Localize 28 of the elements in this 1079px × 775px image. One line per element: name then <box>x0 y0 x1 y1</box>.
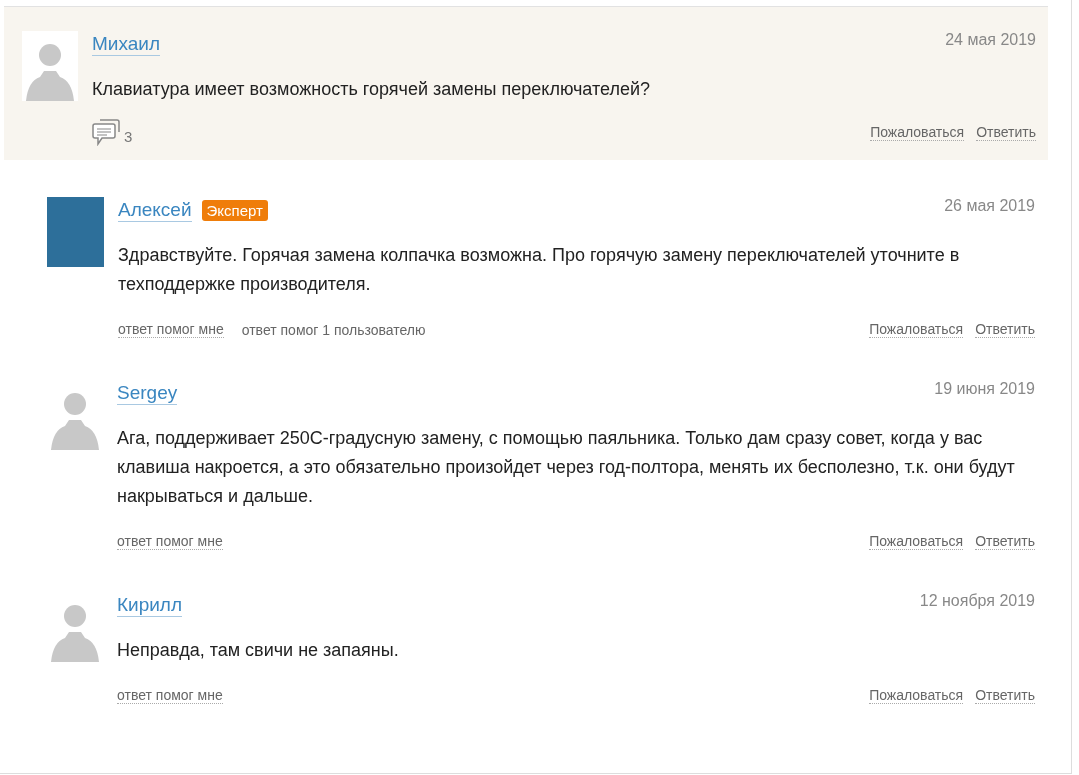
author-link[interactable]: Кирилл <box>117 593 183 617</box>
author-link[interactable]: Sergey <box>117 381 178 405</box>
post-date: 19 июня 2019 <box>934 380 1035 398</box>
action-link[interactable]: Пожаловаться <box>869 687 964 704</box>
user-silhouette-icon <box>22 31 78 101</box>
post-date: 12 ноября 2019 <box>919 592 1035 610</box>
action-link[interactable]: Пожаловаться <box>870 123 965 141</box>
action-link[interactable]: Ответить <box>975 687 1035 704</box>
action-link[interactable]: Ответить <box>975 321 1035 338</box>
action-link[interactable]: Пожаловаться <box>869 533 964 550</box>
helpful-count: ответ помог 1 пользователю <box>241 321 426 338</box>
answer-text: Неправда, там свичи не запаяны. <box>117 639 400 662</box>
action-link[interactable]: Пожаловаться <box>869 321 964 338</box>
action-link[interactable]: Ответить <box>976 123 1036 141</box>
author-link[interactable]: Алексей <box>118 198 192 222</box>
helpful-link[interactable]: ответ помог мне <box>117 533 223 550</box>
expert-badge: Эксперт <box>201 199 268 221</box>
author-link[interactable]: Михаил <box>92 32 160 56</box>
helpful-link[interactable]: ответ помог мне <box>118 321 224 338</box>
comments-count: 3 <box>124 127 133 145</box>
post-date: 24 мая 2019 <box>945 31 1036 49</box>
answer-text: Здравствуйте. Горячая замена колпачка возможна. Про горячую замену переключателей уточните в техподдержке производителя. <box>118 244 961 296</box>
question-text: Клавиатура имеет возможность горячей замены переключателей? <box>92 78 652 101</box>
action-link[interactable]: Ответить <box>975 533 1035 550</box>
comments-icon[interactable] <box>92 118 120 146</box>
post-date: 26 мая 2019 <box>944 197 1035 215</box>
helpful-link[interactable]: ответ помог мне <box>117 687 223 704</box>
answer-text: Ага, поддерживает 250С-градусную замену, с помощью паяльника. Только дам сразу совет, когда у вас клавиша накроется, а это обязательно произойдет через год-полтора, менять их бесполезно, т.к. они будут накрываться и дальше. <box>117 427 1016 508</box>
